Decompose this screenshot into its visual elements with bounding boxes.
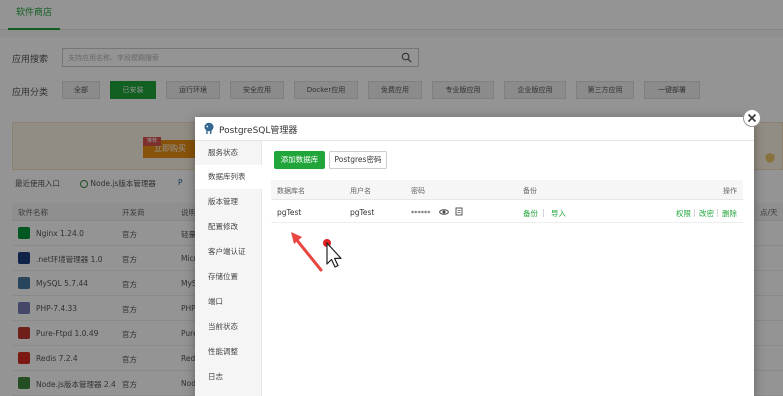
password-cell: ****** xyxy=(411,209,431,217)
table-row xyxy=(271,201,743,223)
col-password: 密码 xyxy=(411,187,425,195)
copy-icon[interactable] xyxy=(455,207,463,216)
sidebar-item-log[interactable]: 日志 xyxy=(195,365,262,389)
sidebar-item-version-management[interactable]: 版本管理 xyxy=(195,190,262,214)
sidebar-item-database-list[interactable]: 数据库列表 xyxy=(195,165,262,189)
import-link[interactable]: 导入 xyxy=(551,208,566,219)
permission-link[interactable]: 权限 xyxy=(676,208,691,219)
postgresql-icon xyxy=(204,122,214,135)
separator: | xyxy=(693,208,696,217)
dialog-title: PostgreSQL管理器 xyxy=(219,126,298,136)
col-username: 用户名 xyxy=(350,187,371,195)
sidebar-item-service-status[interactable]: 服务状态 xyxy=(195,141,262,165)
sidebar-item-current-status[interactable]: 当前状态 xyxy=(195,315,262,339)
col-operations: 操作 xyxy=(723,187,737,195)
dialog-sidebar: 服务状态 数据库列表 版本管理 配置修改 客户端认证 存储位置 端口 当前状态 … xyxy=(195,141,262,396)
separator: | xyxy=(716,208,719,217)
postgres-password-button[interactable]: Postgres密码 xyxy=(329,151,387,169)
dialog-header: PostgreSQL管理器 xyxy=(195,117,754,141)
db-name-cell: pgTest xyxy=(277,208,302,217)
backup-link[interactable]: 备份 xyxy=(523,208,538,219)
col-db-name: 数据库名 xyxy=(277,187,305,195)
sidebar-item-storage-location[interactable]: 存储位置 xyxy=(195,265,262,289)
delete-link[interactable]: 删除 xyxy=(722,208,737,219)
database-table-header xyxy=(271,180,743,200)
change-password-link[interactable]: 改密 xyxy=(699,208,714,219)
sidebar-item-port[interactable]: 端口 xyxy=(195,290,262,314)
close-icon xyxy=(747,113,757,123)
col-backup: 备份 xyxy=(523,187,537,195)
sidebar-item-client-auth[interactable]: 客户端认证 xyxy=(195,240,262,264)
mouse-cursor-icon xyxy=(323,239,342,268)
username-cell: pgTest xyxy=(350,208,375,217)
separator: | xyxy=(542,208,545,217)
sidebar-item-performance[interactable]: 性能调整 xyxy=(195,340,262,364)
sidebar-item-config-edit[interactable]: 配置修改 xyxy=(195,215,262,239)
postgresql-manager-dialog: PostgreSQL管理器 服务状态 数据库列表 版本管理 配置修改 客户端认证… xyxy=(195,117,754,396)
add-database-button[interactable]: 添加数据库 xyxy=(274,151,325,169)
close-dialog-button[interactable] xyxy=(743,109,761,127)
eye-icon[interactable] xyxy=(439,208,449,216)
